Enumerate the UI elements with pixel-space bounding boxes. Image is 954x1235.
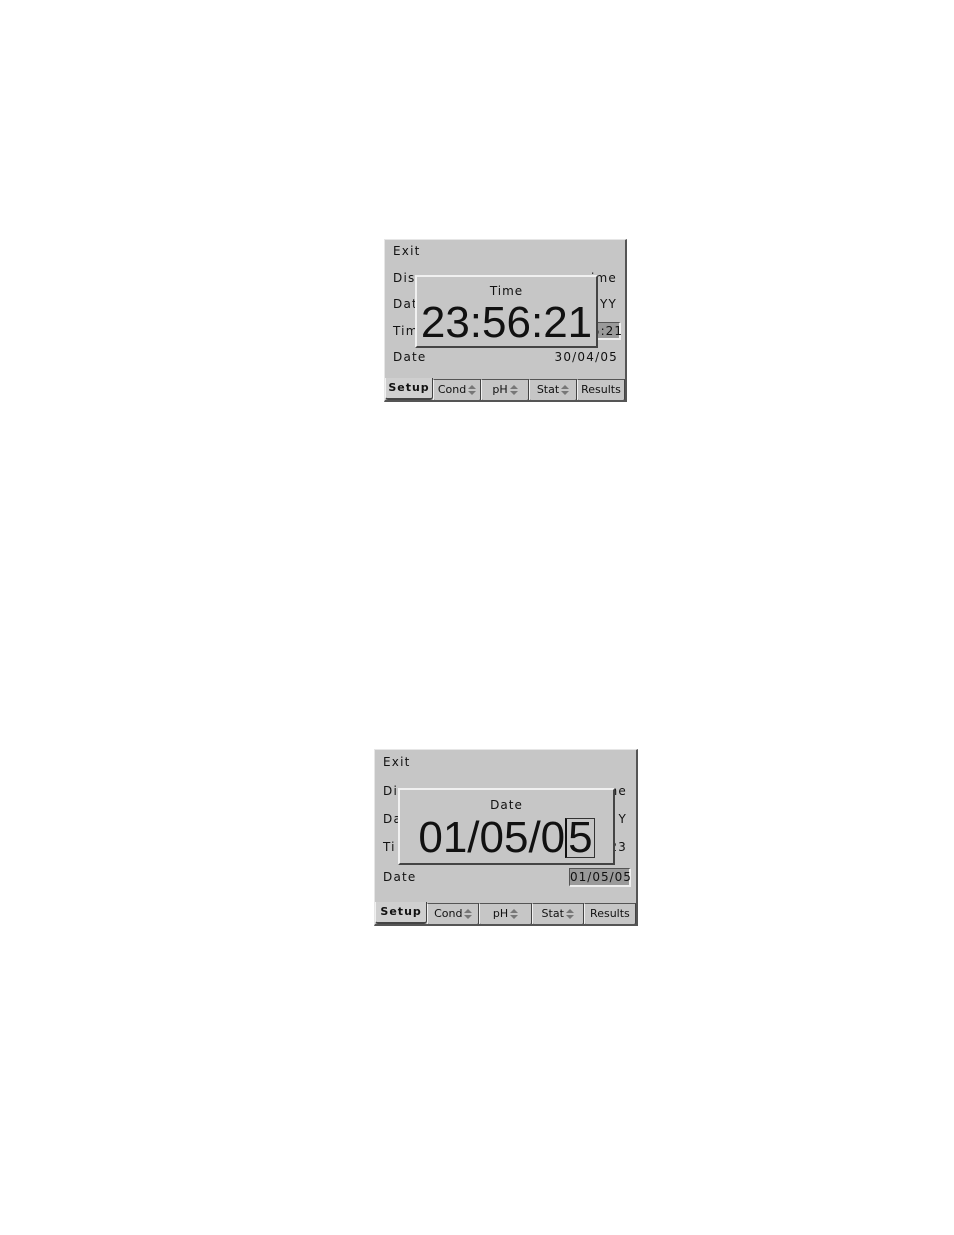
date-entry-prefix: 01/05/0 (418, 813, 566, 862)
tab-bar: Setup Cond pH Stat Results (385, 378, 625, 400)
date-entry-value[interactable]: 01/05/05 (400, 816, 613, 860)
tab-results[interactable]: Results (577, 379, 625, 400)
up-down-arrows-icon (565, 909, 574, 919)
time-edit-screen: Exit Disp ime Dat YY Tim 5:21 Date 30/04… (384, 239, 627, 402)
dialog-title: Date (490, 798, 523, 812)
date-edit-screen: Exit Di ne Da Y Ti 23 Date 01/05/05 Date… (374, 749, 638, 926)
up-down-arrows-icon (468, 385, 477, 395)
tab-ph[interactable]: pH (481, 379, 529, 400)
tab-label: pH (492, 383, 508, 396)
tab-ph[interactable]: pH (479, 903, 532, 924)
date-value: 30/04/05 (554, 350, 618, 364)
dialog-title: Time (489, 284, 524, 298)
date-entry-cursor-digit[interactable]: 5 (565, 816, 595, 860)
tab-label: Results (590, 907, 630, 920)
menu-value-date-format: YY (599, 297, 617, 311)
menu-item-time[interactable]: Ti (383, 840, 396, 854)
menu-item-display[interactable]: Di (383, 784, 398, 798)
menu-value-date-format: Y (618, 812, 627, 826)
tab-label: Stat (536, 383, 560, 396)
time-entry-dialog: Time 23:56:21 (415, 275, 598, 348)
tab-bar: Setup Cond pH Stat Results (375, 902, 636, 924)
up-down-arrows-icon (510, 909, 519, 919)
tab-label: Results (581, 383, 621, 396)
tab-label: Setup (380, 905, 422, 918)
menu-item-date[interactable]: Date (383, 870, 416, 884)
tab-label: Cond (437, 383, 467, 396)
tab-stat[interactable]: Stat (529, 379, 577, 400)
up-down-arrows-icon (464, 909, 473, 919)
tab-results[interactable]: Results (583, 903, 636, 924)
tab-label: Stat (541, 907, 564, 920)
up-down-arrows-icon (509, 385, 518, 395)
tab-cond[interactable]: Cond (427, 903, 480, 924)
tab-cond[interactable]: Cond (433, 379, 481, 400)
date-entry-dialog: Date 01/05/05 (398, 788, 615, 865)
tab-label: pH (492, 907, 509, 920)
menu-item-exit[interactable]: Exit (393, 244, 421, 258)
tab-label: Cond (434, 907, 463, 920)
time-entry-value[interactable]: 23:56:21 (417, 301, 596, 345)
tab-setup[interactable]: Setup (385, 378, 433, 400)
menu-item-date[interactable]: Date (393, 350, 426, 364)
menu-item-exit[interactable]: Exit (383, 755, 411, 769)
date-value-field[interactable]: 01/05/05 (569, 868, 631, 887)
tab-setup[interactable]: Setup (375, 902, 428, 924)
tab-label: Setup (388, 381, 430, 394)
tab-stat[interactable]: Stat (531, 903, 584, 924)
up-down-arrows-icon (561, 385, 570, 395)
